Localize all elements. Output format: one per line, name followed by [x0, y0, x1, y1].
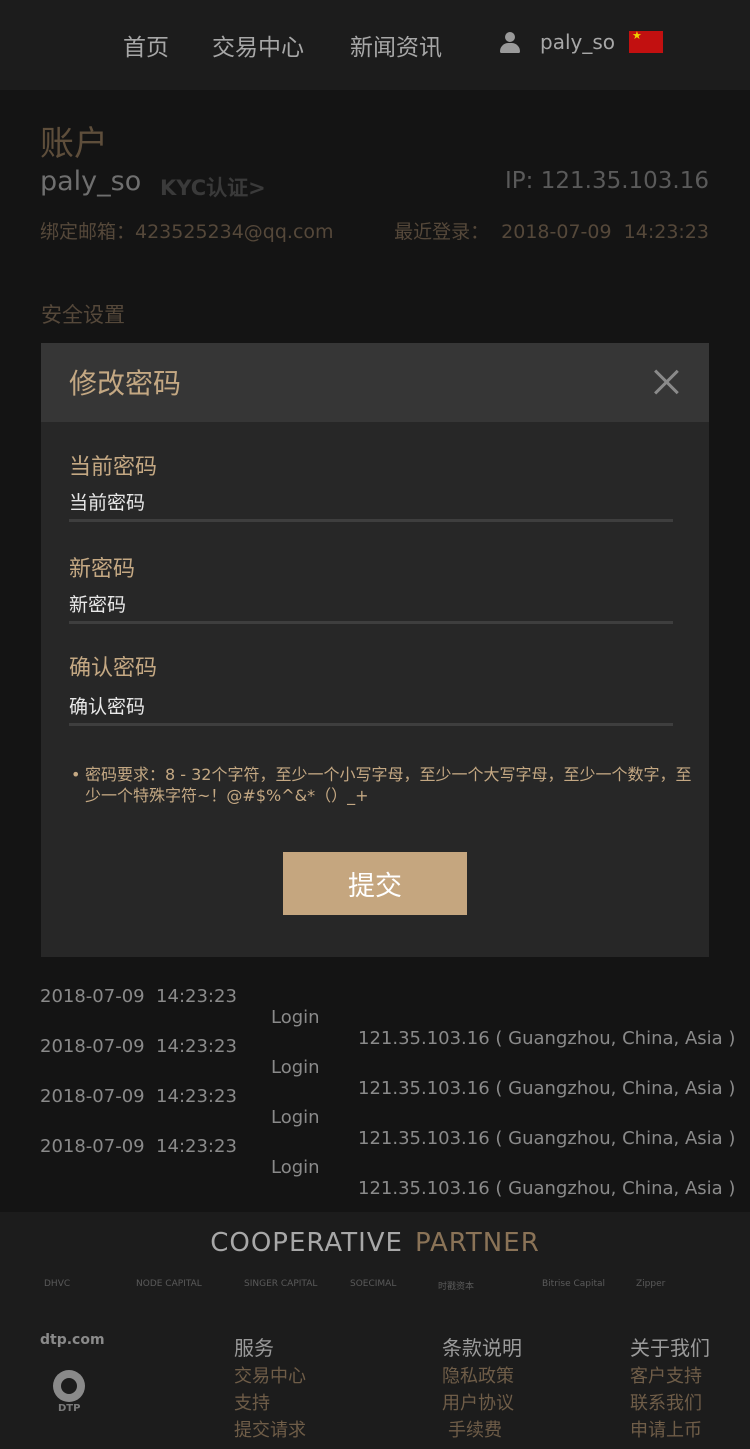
- bound-email: 绑定邮箱：423525234@qq.com: [40, 221, 334, 243]
- nav-item-trading[interactable]: 交易中心: [212, 28, 304, 62]
- cooperative-partner-title: COOPERATIVE PARTNER: [0, 1228, 750, 1258]
- footer-link[interactable]: 手续费: [448, 1416, 502, 1442]
- security-settings-title: 安全设置: [41, 303, 125, 327]
- log-time: 2018-07-09 14:23:23: [40, 1136, 237, 1157]
- modal-title: 修改密码: [69, 367, 182, 400]
- partner-logo[interactable]: DHVC: [44, 1279, 70, 1289]
- new-password-label: 新密码: [69, 557, 136, 582]
- log-time: 2018-07-09 14:23:23: [40, 1036, 237, 1057]
- partner-logo[interactable]: Zipper: [636, 1279, 665, 1289]
- top-nav: 首页 交易中心 新闻资讯 paly_so ★: [0, 0, 750, 90]
- dtp-logo-label: DTP: [58, 1403, 81, 1414]
- footer-link[interactable]: 客户支持: [630, 1362, 702, 1388]
- confirm-password-input[interactable]: [69, 691, 673, 726]
- table-row: 2018-07-09 14:23:23 Login 121.35.103.16 …: [0, 1065, 750, 1149]
- partner-logo[interactable]: Bitrise Capital: [542, 1279, 605, 1289]
- nav-item-home[interactable]: 首页: [123, 28, 169, 62]
- current-password-input[interactable]: [69, 487, 673, 522]
- dtp-logo-icon: [53, 1370, 85, 1402]
- footer-link[interactable]: 支持: [234, 1389, 270, 1415]
- footer-link[interactable]: 联系我们: [630, 1389, 702, 1415]
- page-title: 账户: [40, 124, 108, 164]
- table-row: 2018-07-09 14:23:23 Login 121.35.103.16 …: [0, 965, 750, 1049]
- table-row: 2018-07-09 14:23:23 Login 121.35.103.16 …: [0, 1015, 750, 1099]
- current-password-label: 当前密码: [69, 455, 158, 480]
- ip-address: IP: 121.35.103.16: [505, 168, 709, 194]
- coop-title-b: PARTNER: [414, 1228, 540, 1258]
- brand-domain: dtp.com: [40, 1332, 105, 1348]
- partner-logo[interactable]: NODE CAPITAL: [136, 1279, 202, 1289]
- new-password-input[interactable]: [69, 589, 673, 624]
- account-username: paly_so: [40, 166, 142, 197]
- china-flag-icon[interactable]: ★: [629, 29, 663, 53]
- bullet-icon: •: [71, 765, 81, 784]
- footer-heading-about: 关于我们: [630, 1336, 710, 1360]
- log-time: 2018-07-09 14:23:23: [40, 1086, 237, 1107]
- footer-link[interactable]: 隐私政策: [442, 1362, 514, 1388]
- log-ip: 121.35.103.16 ( Guangzhou, China, Asia ): [358, 1178, 736, 1199]
- footer-heading-services: 服务: [234, 1336, 274, 1360]
- footer-link[interactable]: 交易中心: [234, 1362, 306, 1388]
- confirm-password-label: 确认密码: [69, 656, 158, 681]
- footer-link[interactable]: 提交请求: [234, 1416, 306, 1442]
- footer: COOPERATIVE PARTNER DHVC NODE CAPITAL SIN…: [0, 1212, 750, 1449]
- user-icon: [498, 30, 522, 54]
- submit-button[interactable]: 提交: [283, 852, 467, 915]
- nav-item-news[interactable]: 新闻资讯: [350, 28, 442, 62]
- requirement-text: 密码要求：8 - 32个字符，至少一个小写字母，至少一个大写字母，至少一个数字，…: [85, 765, 692, 805]
- log-time: 2018-07-09 14:23:23: [40, 986, 237, 1007]
- table-row: 2018-07-09 14:23:23 Login 121.35.103.16 …: [0, 1115, 750, 1199]
- change-password-modal: 修改密码 当前密码 新密码 确认密码 • 密码要求：8 - 32个字符，至少一个…: [41, 343, 709, 957]
- last-login: 最近登录： 2018-07-09 14:23:23: [394, 221, 709, 243]
- log-action: Login: [271, 1157, 320, 1178]
- footer-link[interactable]: 用户协议: [442, 1389, 514, 1415]
- modal-header: 修改密码: [41, 343, 709, 422]
- kyc-link[interactable]: KYC认证>: [160, 172, 266, 202]
- footer-heading-terms: 条款说明: [442, 1336, 522, 1360]
- nav-username: paly_so: [540, 30, 615, 54]
- coop-title-a: COOPERATIVE: [210, 1228, 403, 1258]
- nav-user-menu[interactable]: paly_so ★: [498, 29, 663, 54]
- close-icon[interactable]: [653, 369, 679, 395]
- footer-link[interactable]: 申请上币: [630, 1416, 702, 1442]
- partner-logo[interactable]: SOECIMAL: [350, 1279, 396, 1289]
- partner-logo[interactable]: 时戳资本: [438, 1279, 474, 1292]
- partner-logo[interactable]: SINGER CAPITAL: [244, 1279, 317, 1289]
